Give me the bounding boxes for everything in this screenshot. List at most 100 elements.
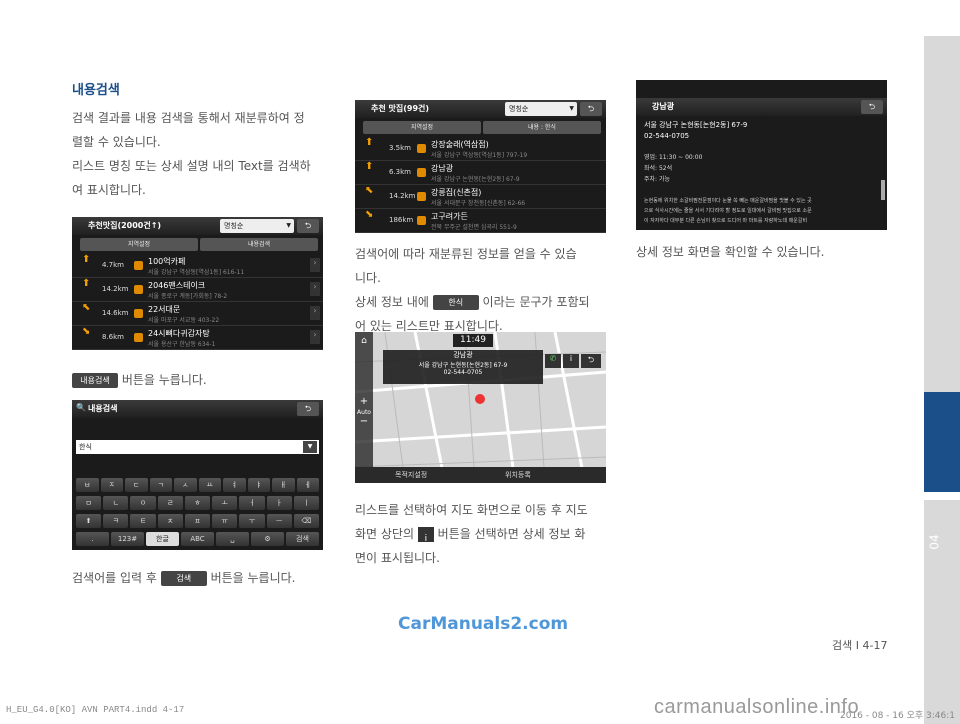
mid-text-2: 리스트를 선택하여 지도 화면으로 이동 후 지도 화면 상단의 i 버튼을 선… bbox=[355, 503, 588, 565]
area-button[interactable]: 지역설정 bbox=[363, 121, 481, 134]
keyboard-key[interactable]: ␣ bbox=[216, 532, 249, 546]
section-heading: 내용검색 bbox=[72, 83, 120, 98]
keyboard-key[interactable]: 한글 bbox=[146, 532, 179, 546]
info-icon[interactable]: i bbox=[563, 354, 579, 368]
detail-hours: 영업: 11:30 ~ 00:00 bbox=[644, 154, 703, 161]
keyboard-key[interactable]: ㅊ bbox=[157, 514, 183, 528]
back-icon[interactable]: ⮌ bbox=[580, 102, 602, 116]
mid-text: 검색어에 따라 재분류된 정보를 얻을 수 있습 니다. 상세 정보 내에 한식 … bbox=[355, 247, 590, 333]
sort-select[interactable]: 명칭순 bbox=[220, 219, 294, 233]
step2-text: 검색어를 입력 후 검색 버튼을 누릅니다. bbox=[72, 571, 296, 586]
keyboard-key[interactable]: ㄱ bbox=[149, 478, 172, 492]
detail-parking: 주차: 가능 bbox=[644, 176, 671, 183]
bottom-logo: carmanualsonline.info bbox=[654, 696, 860, 718]
keyboard-key[interactable]: 검색 bbox=[286, 532, 319, 546]
keyboard-key[interactable]: ㅑ bbox=[247, 478, 270, 492]
keyboard-key[interactable]: ㅇ bbox=[130, 496, 156, 510]
screenshot-list: 추천맛집(2000건↑) 명칭순 ⮌ 지역설정 내용검색 ⬆4.7km100억카… bbox=[72, 217, 323, 350]
list-item[interactable]: ⬆ 14.2km 2046팬스테이크 서울 종로구 계동[가회동] 78-2 › bbox=[72, 278, 323, 302]
home-icon[interactable]: ⌂ bbox=[355, 336, 373, 346]
keyboard-key[interactable]: ㅂ bbox=[76, 478, 99, 492]
content-search-button[interactable]: 내용검색 bbox=[200, 238, 318, 251]
content-filter-button[interactable]: 내용 : 한식 bbox=[483, 121, 601, 134]
keyboard-key[interactable]: ㅜ bbox=[239, 514, 265, 528]
keyboard-key[interactable]: ⚙ bbox=[251, 532, 284, 546]
list-item[interactable]: ⬉ 14.6km 22서대문 서울 마포구 서교동 403-22 › bbox=[72, 302, 323, 326]
keyboard-key[interactable]: . bbox=[76, 532, 109, 546]
step1-text: 내용검색 버튼을 누릅니다. bbox=[72, 368, 207, 392]
info-icon: i bbox=[417, 527, 434, 544]
back-icon[interactable]: ⮌ bbox=[297, 402, 319, 416]
map-bottom-bar: 목적지설정 위치등록 bbox=[355, 467, 606, 483]
scrollbar[interactable] bbox=[881, 180, 885, 200]
list-title: 추천맛집(2000건↑) bbox=[88, 221, 162, 230]
area-button[interactable]: 지역설정 bbox=[80, 238, 198, 251]
detail-address: 서울 강남구 논현동[논현2동] 67-9 bbox=[644, 121, 748, 129]
detail-phone: 02-544-0705 bbox=[644, 132, 690, 140]
korean-food-label: 한식 bbox=[432, 295, 479, 310]
list-title: 추천 맛집(99건) bbox=[371, 104, 430, 113]
keyboard-key[interactable]: ㅌ bbox=[130, 514, 156, 528]
map-left-panel: ⌂ + Auto − bbox=[355, 332, 373, 483]
keyboard-key[interactable]: ㅠ bbox=[212, 514, 238, 528]
keyboard-key[interactable]: ⌫ bbox=[293, 514, 319, 528]
side-band-active bbox=[924, 392, 960, 492]
zoom-in-icon[interactable]: + bbox=[355, 396, 373, 407]
keyboard-key[interactable]: ㅍ bbox=[184, 514, 211, 528]
watermark: CarManuals2.com bbox=[398, 614, 569, 634]
keyboard-key[interactable]: ㅛ bbox=[198, 478, 221, 492]
keyboard-key[interactable]: ㅈ bbox=[100, 478, 123, 492]
keyboard-key[interactable]: ⬆ bbox=[76, 514, 102, 528]
content-search-label: 내용검색 bbox=[72, 373, 118, 388]
poi-popup: 강남광 서울 강남구 논현동[논현2동] 67-9 02-544-0705 bbox=[383, 350, 543, 384]
zoom-auto[interactable]: Auto bbox=[355, 409, 373, 416]
list-item[interactable]: ⬉ 14.2km 강릉집(신촌점) 서울 서대문구 창천동[신촌동] 62-66 bbox=[355, 185, 606, 209]
list-item[interactable]: ⬊ 8.6km 24시뼈다귀감자탕 서울 용산구 한남동 634-1 › bbox=[72, 326, 323, 350]
keyboard-key[interactable]: ㅋ bbox=[103, 514, 129, 528]
intro-text: 검색 결과를 내용 검색을 통해서 재분류하여 정 렬할 수 있습니다. 리스트 명… bbox=[72, 111, 311, 197]
keyboard-key[interactable]: ㅔ bbox=[296, 478, 319, 492]
keyboard-key[interactable]: ㅗ bbox=[212, 496, 238, 510]
keyboard-key[interactable]: ㅓ bbox=[239, 496, 265, 510]
keyboard-key[interactable]: ㅅ bbox=[174, 478, 197, 492]
keyboard-key[interactable]: ㅁ bbox=[76, 496, 102, 510]
detail-seats: 좌석: 52석 bbox=[644, 165, 673, 172]
set-destination-button[interactable]: 목적지설정 bbox=[395, 470, 427, 480]
keyboard-key[interactable]: ㅏ bbox=[266, 496, 292, 510]
search-label: 검색 bbox=[160, 571, 207, 586]
list-item[interactable]: ⬆ 3.5km 강장술래(역삼점) 서울 강남구 역삼동[역삼1동] 797-19 bbox=[355, 137, 606, 161]
keyboard-key[interactable]: ABC bbox=[181, 532, 214, 546]
keyboard-key[interactable]: ㅡ bbox=[266, 514, 292, 528]
right-text: 상세 정보 화면을 확인할 수 있습니다. bbox=[636, 245, 825, 259]
keyboard-key[interactable]: ㅎ bbox=[184, 496, 211, 510]
side-band-top bbox=[924, 36, 960, 392]
zoom-out-icon[interactable]: − bbox=[355, 416, 373, 427]
back-icon[interactable]: ⮌ bbox=[581, 354, 601, 368]
keyboard-key[interactable]: 123# bbox=[111, 532, 144, 546]
keyboard-key[interactable]: ㄷ bbox=[125, 478, 148, 492]
keyboard-key[interactable]: ㅕ bbox=[223, 478, 246, 492]
screenshot-filtered-list: 추천 맛집(99건) 명칭순 ⮌ 지역설정 내용 : 한식 ⬆3.5km강장술래… bbox=[355, 100, 606, 233]
back-icon[interactable]: ⮌ bbox=[861, 100, 883, 114]
sort-select[interactable]: 명칭순 bbox=[505, 102, 577, 116]
search-icon: 🔍 bbox=[76, 403, 86, 412]
register-location-button[interactable]: 위치등록 bbox=[505, 470, 531, 480]
keyboard-key[interactable]: ㄹ bbox=[157, 496, 183, 510]
list-item[interactable]: ⬆ 6.3km 강남광 서울 강남구 논현동[논현2동] 67-9 bbox=[355, 161, 606, 185]
clock: 11:49 bbox=[453, 334, 493, 347]
call-icon[interactable]: ✆ bbox=[545, 354, 561, 368]
back-icon[interactable]: ⮌ bbox=[297, 219, 319, 233]
bottom-left-meta: H_EU_G4.0[KO] AVN PART4.indd 4-17 bbox=[6, 705, 185, 715]
detail-title: 강남광 bbox=[652, 102, 675, 111]
screenshot-detail: 강남광 ⮌ 서울 강남구 논현동[논현2동] 67-9 02-544-0705 … bbox=[636, 80, 887, 230]
search-title: 내용검색 bbox=[88, 404, 118, 413]
keyboard-key[interactable]: ㅐ bbox=[272, 478, 295, 492]
keyboard-key[interactable]: ㅣ bbox=[293, 496, 319, 510]
screenshot-map: ⌂ + Auto − 11:49 강남광 서울 강남구 논현동[논현2동] 67… bbox=[355, 332, 606, 483]
list-item[interactable]: ⬊ 186km 고구려가든 전북 무주군 설천면 심곡리 551-9 bbox=[355, 209, 606, 233]
keyboard-key[interactable]: ㄴ bbox=[103, 496, 129, 510]
list-item[interactable]: ⬆ 4.7km 100억카페 서울 강남구 역삼동[역삼1동] 616-11 › bbox=[72, 254, 323, 278]
screenshot-keyboard: 내용검색 🔍 ⮌ 한식 ▼ ㅂㅈㄷㄱㅅㅛㅕㅑㅐㅔㅁㄴㅇㄹㅎㅗㅓㅏㅣ ⬆ ㅋㅌㅊㅍㅠㅜㅡ… bbox=[72, 400, 323, 550]
page-footer: 검색 I 4-17 bbox=[832, 639, 888, 652]
search-input[interactable]: 한식 ▼ bbox=[76, 440, 319, 454]
